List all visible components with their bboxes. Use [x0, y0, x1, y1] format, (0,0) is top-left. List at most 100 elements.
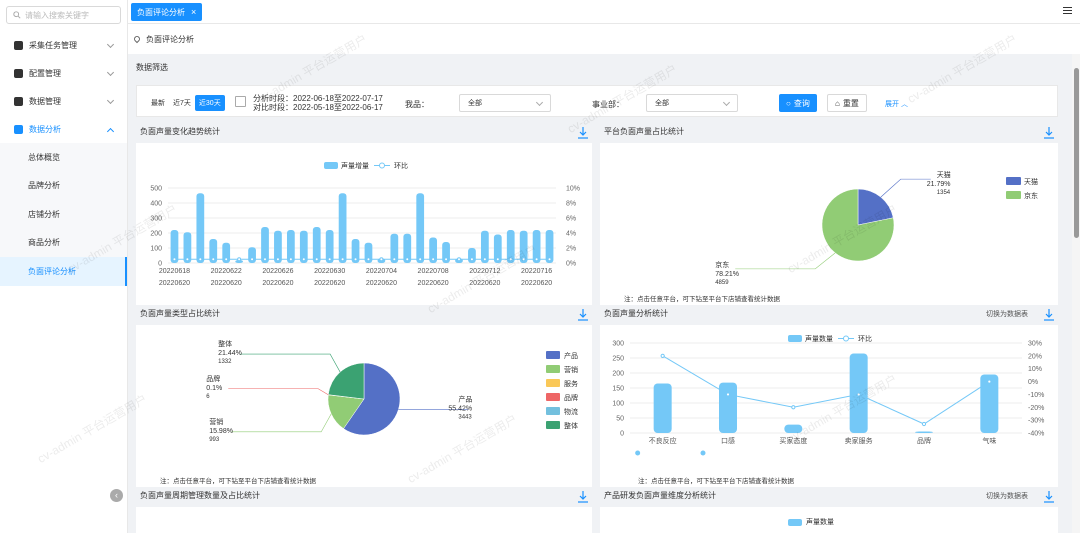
menu-label: 数据分析 — [29, 124, 61, 134]
date-range[interactable]: 分析时段：2022-06-18至2022-07-17 对比时段：2022-05-… — [253, 94, 383, 112]
menu-icon[interactable] — [1063, 7, 1072, 16]
product-select[interactable]: 全部 — [459, 94, 551, 112]
download-icon[interactable] — [578, 127, 588, 139]
chevron-up-icon — [106, 127, 115, 136]
legend-swatch — [1006, 191, 1021, 199]
sidebar-item-overview[interactable]: 总体概览 — [0, 143, 127, 172]
rd-legend-label: 声量数量 — [806, 519, 834, 526]
x-tick-label: 20220620 — [521, 280, 552, 287]
collapse-sidebar-button[interactable]: ‹ — [110, 489, 123, 502]
y-tick-label: 100 — [150, 246, 162, 253]
sidebar-item-brand[interactable]: 品牌分析 — [0, 171, 127, 200]
dept-select[interactable]: 全部 — [646, 94, 738, 112]
legend-label: 营销 — [564, 365, 578, 374]
legend-swatch — [546, 379, 560, 387]
scrollbar[interactable] — [1072, 54, 1080, 533]
task-icon — [14, 40, 23, 50]
analysis-chart[interactable]: 声量数量 环比 300 250 200 150 100 50 0 30% 20% 10% 0% -10% -… — [600, 325, 1058, 487]
x-tick-label: 20220618 — [159, 268, 190, 275]
line-point — [275, 257, 280, 262]
menu-label: 配置管理 — [29, 68, 61, 78]
menu-config[interactable]: 配置管理 — [0, 59, 127, 87]
y-tick-label: 300 — [612, 341, 624, 348]
bar — [416, 193, 425, 263]
legend-label: 物流 — [564, 407, 578, 416]
platform-panel: 平台负面声量占比统计 天猫 21.79% 1354 京东 78.21% 4859 天猫 京东 … — [600, 125, 1058, 305]
search-input[interactable]: 请输入搜索关键字 — [6, 6, 121, 24]
expand-link[interactable]: 展开 ︿ — [885, 99, 908, 109]
x-tick-label: 20220620 — [418, 280, 449, 287]
menu-data[interactable]: 数据管理 — [0, 87, 127, 115]
line-point — [495, 257, 500, 262]
rd-panel: 产品研发负面声量维度分析统计 切换为数据表 声量数量 — [600, 489, 1058, 533]
y2-tick-label: 8% — [566, 201, 576, 208]
legend-label: 京东 — [1024, 191, 1038, 200]
menu-analysis[interactable]: 数据分析 — [0, 115, 127, 143]
close-icon[interactable]: × — [191, 7, 196, 17]
line-point — [392, 257, 397, 262]
range-segmented: 最新 近7天 近30天 — [147, 95, 225, 111]
switch-to-table-link[interactable]: 切换为数据表 — [986, 491, 1028, 501]
download-icon[interactable] — [1044, 491, 1054, 503]
search-icon — [13, 11, 21, 19]
type-chart[interactable]: 产品 55.42% 3443 营销 15.98% 993 品牌 0.1% 6 整体 21.44% 13… — [136, 325, 592, 487]
reset-label: 重置 — [842, 98, 859, 108]
legend-swatch — [546, 393, 560, 401]
range-30days[interactable]: 近30天 — [194, 95, 225, 111]
analysis-note: 注：点击任意平台，可下钻至平台下店铺查看统计数据 — [638, 478, 794, 485]
switch-to-table-link[interactable]: 切换为数据表 — [986, 309, 1028, 319]
slice-percent: 21.44% — [218, 350, 242, 357]
slice-label: 京东 — [715, 260, 729, 269]
tab-bar: 负面评论分析 × — [128, 0, 1080, 24]
download-icon[interactable] — [578, 491, 588, 503]
query-button[interactable]: ○ 查询 — [779, 94, 817, 112]
y-tick-label: 200 — [612, 371, 624, 378]
x-tick-label: 20220620 — [211, 280, 242, 287]
sidebar-item-shop[interactable]: 店铺分析 — [0, 200, 127, 229]
slice-percent: 55.42% — [448, 406, 472, 413]
line-point — [534, 257, 539, 262]
download-icon[interactable] — [1044, 309, 1054, 321]
line-point — [508, 257, 513, 262]
line-point — [224, 257, 229, 262]
x-tick-label: 20220620 — [314, 280, 345, 287]
x-tick-label: 20220716 — [521, 268, 552, 275]
sidebar-item-negative-review[interactable]: 负面评论分析 — [0, 257, 127, 286]
slice-value: 1354 — [937, 190, 951, 196]
legend-label: 品牌 — [564, 393, 578, 402]
legend-swatch — [546, 421, 560, 429]
range-7days[interactable]: 近7天 — [169, 95, 195, 111]
reset-button[interactable]: ⌂ 重置 — [827, 94, 867, 112]
sidebar-item-product[interactable]: 商品分析 — [0, 228, 127, 257]
calendar-icon[interactable] — [235, 96, 246, 107]
x-tick-label: 不良反应 — [649, 436, 677, 445]
legend-label: 整体 — [564, 421, 578, 430]
platform-chart[interactable]: 天猫 21.79% 1354 京东 78.21% 4859 天猫京东 — [600, 143, 1058, 305]
cycle-panel: 负面声量周期管理数量及占比统计 — [136, 489, 592, 533]
dept-label: 事业部： — [592, 100, 624, 109]
y2-tick-label: 0% — [566, 261, 576, 268]
range-latest[interactable]: 最新 — [147, 95, 169, 111]
trend-chart[interactable]: 声量增量 环比 500 400 300 200 100 0 10% 8% 6% 4% 2% 0% 20220… — [136, 143, 592, 305]
legend-label: 环比 — [858, 334, 872, 343]
main-content: 数据筛选 最新 近7天 近30天 分析时段：2022-06-18至2022-07… — [128, 54, 1072, 533]
line-point — [444, 257, 449, 262]
y2-tick-label: -30% — [1028, 418, 1044, 425]
analysis-period: 分析时段：2022-06-18至2022-07-17 — [253, 94, 383, 103]
tab-label: 负面评论分析 — [137, 7, 185, 17]
legend-swatch — [788, 335, 802, 342]
download-icon[interactable] — [578, 309, 588, 321]
x-tick-label: 20220620 — [366, 280, 397, 287]
menu-collection-task[interactable]: 采集任务管理 — [0, 31, 127, 59]
x-tick-label: 20220708 — [418, 268, 449, 275]
scrollbar-thumb[interactable] — [1074, 68, 1079, 238]
y2-tick-label: 30% — [1028, 341, 1042, 348]
cycle-panel-title: 负面声量周期管理数量及占比统计 — [136, 489, 592, 507]
x-tick-label: 20220626 — [262, 268, 293, 275]
download-icon[interactable] — [1044, 127, 1054, 139]
legend-marker — [843, 335, 849, 342]
y-tick-label: 200 — [150, 231, 162, 238]
platform-panel-title: 平台负面声量占比统计 — [600, 125, 1058, 143]
tab-negative-review[interactable]: 负面评论分析 × — [131, 3, 203, 21]
x-tick-label: 买家态度 — [779, 436, 807, 445]
